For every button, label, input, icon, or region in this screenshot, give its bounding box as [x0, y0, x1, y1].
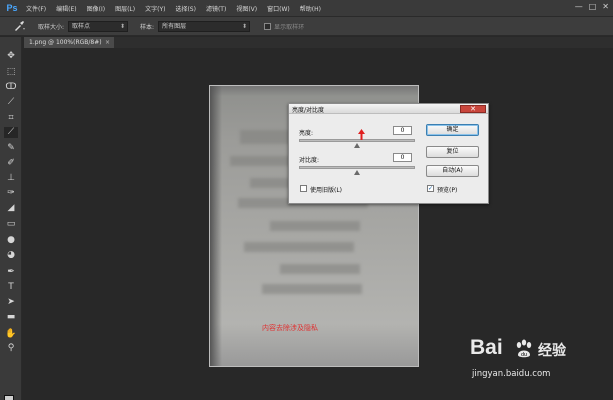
menu-bar: Ps 文件(F) 编辑(E) 图像(I) 图层(L) 文字(Y) 选择(S) 滤…: [0, 0, 613, 16]
tools-panel: ✥ ⬚ ↀ ⟋ ⌗ ⟋ ✎ ✐ ⊥ ✑ ◢ ▭ ● ◕ ✒ T ➤ ▬ ✋ ⚲: [0, 37, 22, 400]
brightness-slider-track[interactable]: [299, 139, 415, 142]
ok-button[interactable]: 确定: [426, 124, 479, 136]
dialog-title-bar[interactable]: 亮度/对比度 ✕: [289, 104, 488, 114]
menu-type[interactable]: 文字(Y): [145, 4, 165, 13]
gradient-tool-icon[interactable]: ▭: [4, 219, 18, 230]
menu-layer[interactable]: 图层(L): [115, 4, 135, 13]
menu-edit[interactable]: 编辑(E): [56, 4, 76, 13]
clone-stamp-tool-icon[interactable]: ⊥: [4, 173, 18, 184]
red-arrow-icon: [358, 129, 365, 140]
move-tool-icon[interactable]: ✥: [4, 51, 18, 62]
show-ring-checkbox[interactable]: [264, 22, 272, 30]
eyedropper-tool-icon[interactable]: ⟋: [4, 127, 18, 138]
hand-tool-icon[interactable]: ✋: [4, 329, 18, 340]
document-tab-label: 1.png @ 100%(RGB/8#): [29, 39, 102, 46]
chevron-down-icon: ⬍: [242, 22, 248, 30]
sample-select[interactable]: 所有图层 ⬍: [158, 20, 251, 32]
preview-checkbox[interactable]: ✓: [427, 185, 434, 192]
menu-filter[interactable]: 滤镜(T): [206, 4, 226, 13]
baidu-jingyan-watermark: Bai du 经验 jingyan.baidu.com: [470, 336, 610, 396]
redacted-block: [280, 264, 360, 274]
contrast-slider-track[interactable]: [299, 166, 415, 169]
contrast-label: 对比度:: [299, 157, 320, 164]
contrast-slider-thumb[interactable]: [354, 170, 360, 175]
crop-tool-icon[interactable]: ⌗: [4, 113, 18, 124]
options-bar: 取样大小: 取样点 ⬍ 样本: 所有图层 ⬍ 显示取样环: [0, 16, 613, 36]
rectangle-tool-icon[interactable]: ▬: [4, 312, 18, 323]
brightness-input[interactable]: 0: [393, 126, 412, 135]
watermark-url: jingyan.baidu.com: [472, 369, 551, 379]
brightness-slider-thumb[interactable]: [354, 143, 360, 148]
watermark-brand-cn: 经验: [538, 343, 566, 359]
contrast-input[interactable]: 0: [393, 153, 412, 162]
eraser-tool-icon[interactable]: ◢: [4, 203, 18, 214]
redacted-block: [270, 221, 360, 231]
minimize-icon[interactable]: —: [575, 2, 583, 11]
foreground-color-swatch[interactable]: [4, 395, 14, 400]
type-tool-icon[interactable]: T: [4, 282, 18, 293]
lasso-tool-icon[interactable]: ↀ: [4, 82, 18, 93]
menu-view[interactable]: 视图(V): [236, 4, 257, 13]
quick-select-tool-icon[interactable]: ⟋: [4, 97, 18, 108]
photo-shadow-top: [210, 86, 418, 96]
menu-image[interactable]: 图像(I): [87, 4, 105, 13]
sample-value: 所有图层: [162, 22, 187, 30]
document-tab[interactable]: 1.png @ 100%(RGB/8#) ×: [24, 37, 114, 48]
chevron-down-icon: ⬍: [120, 22, 126, 30]
brightness-label: 亮度:: [299, 130, 314, 137]
show-ring-label: 显示取样环: [274, 23, 305, 31]
brightness-contrast-dialog: 亮度/对比度 ✕ 亮度: 0 对比度: 0 使用旧版(L) 确定 复位 自动(A…: [288, 103, 489, 204]
eyedropper-preset-icon[interactable]: [6, 19, 32, 33]
dialog-title: 亮度/对比度: [292, 107, 325, 114]
tab-bar: 1.png @ 100%(RGB/8#) ×: [24, 37, 613, 48]
dialog-close-button[interactable]: ✕: [460, 105, 486, 113]
pen-tool-icon[interactable]: ✒: [4, 267, 18, 278]
redacted-block: [262, 284, 362, 294]
path-select-tool-icon[interactable]: ➤: [4, 297, 18, 308]
legacy-checkbox[interactable]: [300, 185, 307, 192]
close-window-icon[interactable]: ✕: [602, 2, 609, 11]
history-brush-tool-icon[interactable]: ✑: [4, 188, 18, 199]
sample-size-label: 取样大小:: [38, 23, 65, 31]
sample-size-select[interactable]: 取样点 ⬍: [68, 20, 129, 32]
sample-size-value: 取样点: [72, 22, 91, 30]
healing-brush-tool-icon[interactable]: ✎: [4, 143, 18, 154]
menu-select[interactable]: 选择(S): [175, 4, 196, 13]
photo-shadow-left: [210, 86, 222, 366]
reset-button[interactable]: 复位: [426, 146, 479, 158]
menu-items: 文件(F) 编辑(E) 图像(I) 图层(L) 文字(Y) 选择(S) 滤镜(T…: [26, 4, 331, 13]
legacy-label: 使用旧版(L): [310, 187, 343, 194]
zoom-tool-icon[interactable]: ⚲: [4, 343, 18, 354]
blur-tool-icon[interactable]: ●: [4, 235, 18, 246]
dodge-tool-icon[interactable]: ◕: [4, 250, 18, 261]
marquee-tool-icon[interactable]: ⬚: [4, 67, 18, 78]
menu-file[interactable]: 文件(F): [26, 4, 46, 13]
close-icon[interactable]: ×: [105, 37, 110, 48]
menu-help[interactable]: 帮助(H): [300, 4, 321, 13]
brush-tool-icon[interactable]: ✐: [4, 158, 18, 169]
watermark-brand: Bai: [470, 336, 503, 359]
baidu-paw-icon: du: [516, 339, 532, 358]
menu-window[interactable]: 窗口(W): [267, 4, 290, 13]
auto-button[interactable]: 自动(A): [426, 165, 479, 177]
preview-label: 预览(P): [437, 187, 458, 194]
maximize-icon[interactable]: □: [589, 2, 597, 11]
window-controls: — □ ✕: [575, 2, 609, 11]
sample-label: 样本:: [140, 23, 155, 31]
photoshop-logo: Ps: [6, 3, 18, 13]
privacy-note: 内容去除涉及隐私: [262, 324, 318, 332]
svg-text:du: du: [521, 352, 527, 358]
redacted-block: [244, 242, 354, 252]
